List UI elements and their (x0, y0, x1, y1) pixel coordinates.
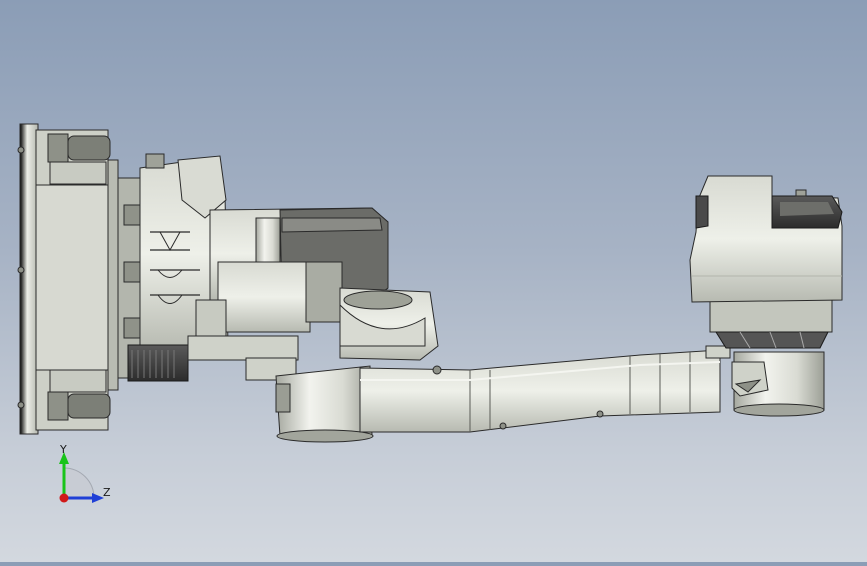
x-axis-point (59, 493, 69, 503)
y-axis-label: Y (59, 443, 67, 456)
z-axis-label: Z (103, 486, 111, 499)
cad-viewport[interactable]: Y Z (0, 0, 867, 562)
wrist-motor[interactable] (689, 175, 843, 303)
triad-arc (63, 467, 95, 499)
coordinate-triad: Y Z (59, 443, 111, 503)
base-plate[interactable] (17, 123, 119, 435)
